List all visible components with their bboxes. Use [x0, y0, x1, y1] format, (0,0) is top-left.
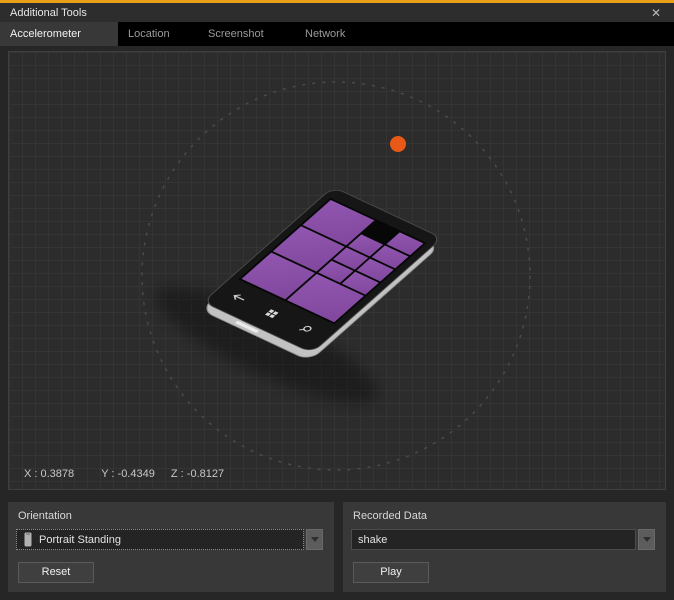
- gravity-dot-handle[interactable]: [390, 136, 406, 152]
- recorded-data-panel-title: Recorded Data: [343, 502, 666, 522]
- accelerometer-3d-view: [9, 52, 665, 489]
- orientation-dropdown-value-box[interactable]: Portrait Standing: [16, 529, 304, 550]
- recorded-data-panel: Recorded Data shake Play: [343, 502, 666, 592]
- orientation-dropdown[interactable]: Portrait Standing: [16, 529, 323, 550]
- recorded-data-dropdown[interactable]: shake: [351, 529, 655, 550]
- tab-accelerometer[interactable]: Accelerometer: [0, 22, 118, 46]
- recorded-data-selected-value: shake: [358, 534, 387, 546]
- orientation-panel-title: Orientation: [8, 502, 334, 522]
- reset-button[interactable]: Reset: [18, 562, 94, 583]
- readout-x: X : 0.3878: [24, 468, 74, 480]
- orientation-panel: Orientation Portrait Standing Reset: [8, 502, 334, 592]
- close-icon[interactable]: ✕: [644, 3, 668, 22]
- accelerometer-readout: X : 0.3878 Y : -0.4349 Z : -0.8127: [24, 468, 224, 480]
- recorded-data-dropdown-value-box[interactable]: shake: [351, 529, 636, 550]
- recorded-data-dropdown-arrow-button[interactable]: [638, 529, 655, 550]
- chevron-down-icon: [643, 537, 651, 542]
- orientation-selected-value: Portrait Standing: [39, 534, 121, 546]
- window-title: Additional Tools: [0, 7, 87, 19]
- additional-tools-window: Additional Tools ✕ Accelerometer Locatio…: [0, 0, 674, 600]
- readout-z: Z : -0.8127: [171, 468, 224, 480]
- readout-y: Y : -0.4349: [101, 468, 155, 480]
- tab-bar: Accelerometer Location Screenshot Networ…: [0, 22, 674, 46]
- tab-screenshot[interactable]: Screenshot: [198, 22, 295, 46]
- play-button[interactable]: Play: [353, 562, 429, 583]
- tab-network[interactable]: Network: [295, 22, 363, 46]
- chevron-down-icon: [311, 537, 319, 542]
- orientation-dropdown-arrow-button[interactable]: [306, 529, 323, 550]
- phone-portrait-icon: [23, 532, 33, 547]
- accelerometer-canvas[interactable]: X : 0.3878 Y : -0.4349 Z : -0.8127: [8, 51, 666, 490]
- window-titlebar[interactable]: Additional Tools ✕: [0, 3, 674, 22]
- tab-location[interactable]: Location: [118, 22, 198, 46]
